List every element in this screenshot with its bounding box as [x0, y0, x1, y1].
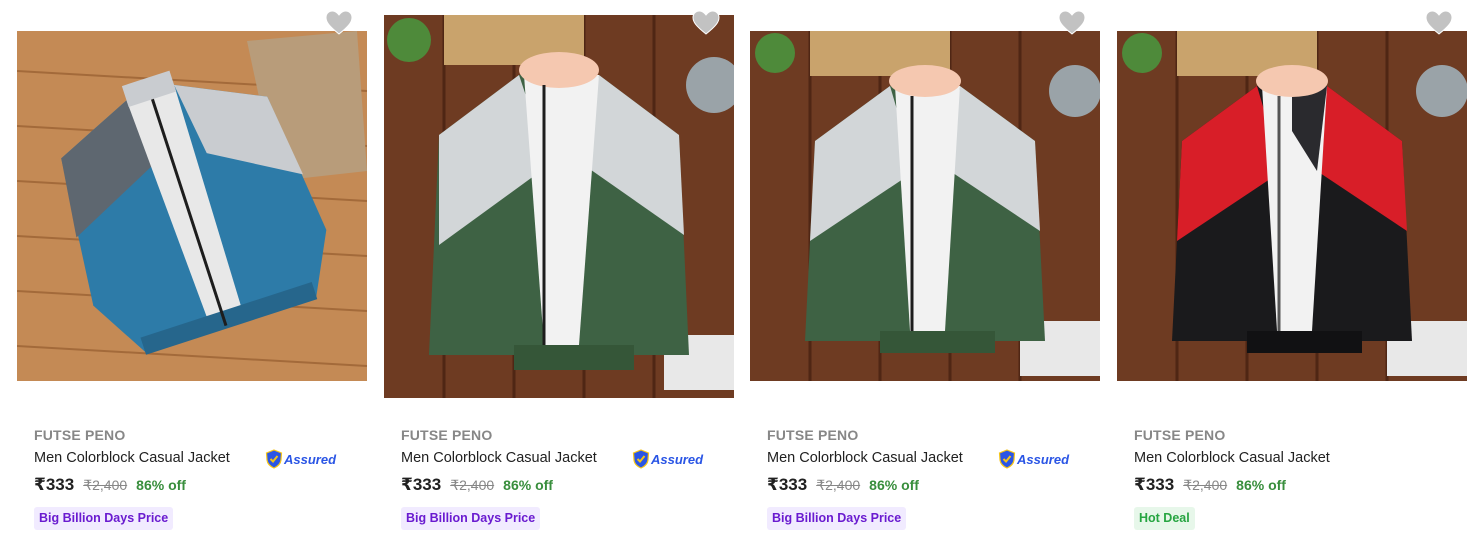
product-brand: FUTSE PENO	[401, 427, 493, 443]
product-grid: FUTSE PENO Men Colorblock Casual Jacket …	[0, 0, 1473, 552]
selling-price: ₹333	[34, 475, 75, 494]
discount-label: 86% off	[1236, 477, 1286, 493]
discount-label: 86% off	[136, 477, 186, 493]
assured-badge: Assured	[998, 449, 1069, 469]
shield-check-icon	[265, 449, 283, 469]
product-info: FUTSE PENO Men Colorblock Casual Jacket …	[767, 426, 1087, 530]
deal-badge: Big Billion Days Price	[767, 507, 907, 530]
wishlist-heart-icon[interactable]	[1425, 10, 1453, 36]
deal-badge: Hot Deal	[1134, 507, 1195, 530]
deal-badge: Big Billion Days Price	[34, 507, 174, 530]
selling-price: ₹333	[767, 475, 808, 494]
discount-label: 86% off	[869, 477, 919, 493]
product-card[interactable]: FUTSE PENO Men Colorblock Casual Jacket …	[17, 0, 367, 552]
product-image[interactable]	[384, 15, 734, 398]
product-info: FUTSE PENO Men Colorblock Casual Jacket …	[34, 426, 354, 530]
assured-label: Assured	[284, 451, 337, 467]
product-info: FUTSE PENO Men Colorblock Casual Jacket …	[401, 426, 721, 530]
product-card[interactable]: FUTSE PENO Men Colorblock Casual Jacket …	[1117, 0, 1467, 552]
assured-label: Assured	[1017, 451, 1070, 467]
assured-label: Assured	[651, 451, 704, 467]
original-price: ₹2,400	[83, 477, 128, 493]
product-info: FUTSE PENO Men Colorblock Casual Jacket …	[1134, 426, 1454, 530]
deal-badge: Big Billion Days Price	[401, 507, 541, 530]
wishlist-heart-icon[interactable]	[1058, 10, 1086, 36]
product-card[interactable]: FUTSE PENO Men Colorblock Casual Jacket …	[750, 0, 1100, 552]
title-row: Men Colorblock Casual Jacket Assured	[34, 447, 354, 469]
shield-check-icon	[632, 449, 650, 469]
title-row: Men Colorblock Casual Jacket Assured	[767, 447, 1087, 469]
title-row: Men Colorblock Casual Jacket	[1134, 447, 1454, 469]
product-title[interactable]: Men Colorblock Casual Jacket	[1134, 447, 1454, 469]
product-image[interactable]	[1117, 31, 1467, 381]
product-image[interactable]	[17, 31, 367, 381]
wishlist-heart-icon[interactable]	[325, 10, 353, 36]
selling-price: ₹333	[1134, 475, 1175, 494]
price-row: ₹333 ₹2,400 86% off	[767, 475, 1087, 499]
product-image[interactable]	[750, 31, 1100, 381]
discount-label: 86% off	[503, 477, 553, 493]
product-brand: FUTSE PENO	[767, 427, 859, 443]
wishlist-heart-icon[interactable]	[692, 10, 720, 36]
assured-badge: Assured	[632, 449, 703, 469]
selling-price: ₹333	[401, 475, 442, 494]
product-card[interactable]: FUTSE PENO Men Colorblock Casual Jacket …	[384, 0, 734, 552]
price-row: ₹333 ₹2,400 86% off	[34, 475, 354, 499]
title-row: Men Colorblock Casual Jacket Assured	[401, 447, 721, 469]
price-row: ₹333 ₹2,400 86% off	[1134, 475, 1454, 499]
shield-check-icon	[998, 449, 1016, 469]
price-row: ₹333 ₹2,400 86% off	[401, 475, 721, 499]
product-brand: FUTSE PENO	[1134, 427, 1226, 443]
product-brand: FUTSE PENO	[34, 427, 126, 443]
original-price: ₹2,400	[816, 477, 861, 493]
original-price: ₹2,400	[450, 477, 495, 493]
original-price: ₹2,400	[1183, 477, 1228, 493]
assured-badge: Assured	[265, 449, 336, 469]
